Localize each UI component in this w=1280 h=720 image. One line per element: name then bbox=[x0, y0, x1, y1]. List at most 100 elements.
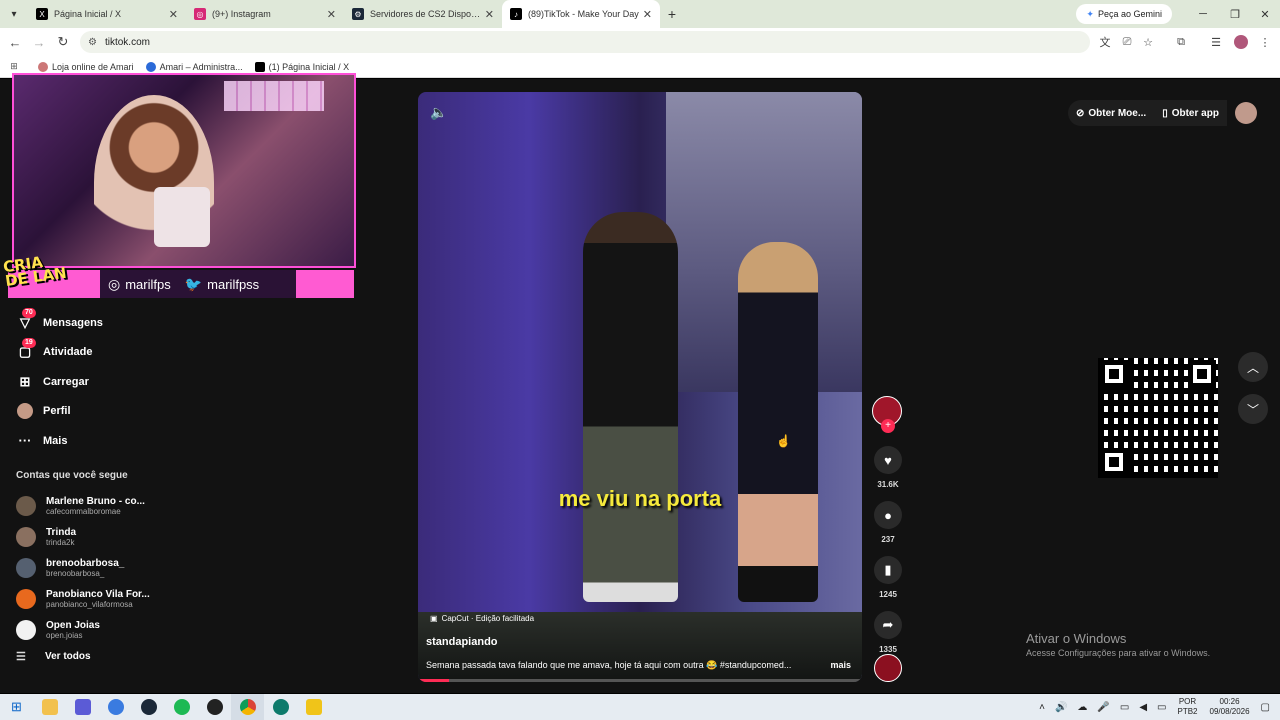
comment-action[interactable]: ● 237 bbox=[872, 501, 904, 544]
like-action[interactable]: ♥ 31.6K bbox=[872, 446, 904, 489]
get-coins-button[interactable]: ⊘ Obter Moe... bbox=[1068, 100, 1155, 126]
sidebar-item-label: Perfil bbox=[43, 405, 71, 418]
tab-tiktok[interactable]: ♪ (89)TikTok - Make Your Day ✕ bbox=[502, 0, 660, 28]
get-app-button[interactable]: ▯ Obter app bbox=[1154, 100, 1227, 126]
sidebar-item-activity[interactable]: ▢ 19 Atividade bbox=[16, 337, 216, 368]
speaker-icon[interactable]: 🔊 bbox=[1055, 702, 1067, 713]
reading-list-icon[interactable]: ☰ bbox=[1205, 28, 1227, 56]
following-account[interactable]: Panobianco Vila For... panobianco_vilafor… bbox=[16, 583, 196, 614]
start-icon[interactable]: ⊞ bbox=[0, 694, 33, 720]
tab-x[interactable]: X Página Inicial / X ✕ bbox=[28, 0, 186, 28]
network-icon[interactable]: ▭ bbox=[1120, 702, 1129, 713]
see-all-link[interactable]: ☰ Ver todos bbox=[16, 650, 91, 663]
steam-icon: ⚙ bbox=[352, 8, 364, 20]
account-handle: panobianco_vilaformosa bbox=[46, 599, 133, 609]
sidebar-item-upload[interactable]: ⊞ Carregar bbox=[16, 367, 216, 397]
next-video-button[interactable]: ﹀ bbox=[1238, 394, 1268, 424]
volume-icon[interactable]: 🔈 bbox=[430, 104, 447, 121]
back-icon[interactable]: ← bbox=[3, 35, 27, 50]
x-logo-icon bbox=[254, 61, 265, 72]
previous-video-button[interactable]: ︿ bbox=[1238, 352, 1268, 382]
extensions-icon[interactable]: ⧉ bbox=[1170, 28, 1192, 56]
more-link[interactable]: mais bbox=[830, 660, 851, 670]
account-avatar bbox=[16, 495, 36, 516]
following-account[interactable]: brenoobarbosa_ brenoobarbosa_ bbox=[16, 552, 196, 583]
share-action[interactable]: ➦ 1335 bbox=[872, 611, 904, 654]
sidebar-item-profile[interactable]: Perfil bbox=[16, 397, 216, 427]
qr-finder bbox=[1100, 360, 1128, 388]
chevron-up-icon[interactable]: ˄ bbox=[1039, 702, 1045, 713]
forward-icon[interactable]: → bbox=[27, 35, 51, 50]
close-icon[interactable]: ✕ bbox=[485, 8, 494, 21]
tab-search-button[interactable]: ▾ bbox=[0, 0, 28, 28]
close-icon[interactable]: ✕ bbox=[169, 8, 178, 21]
bookmark-star-icon[interactable]: ☆ bbox=[1137, 28, 1159, 56]
more-icon: ··· bbox=[18, 433, 32, 449]
profile-avatar[interactable] bbox=[1230, 28, 1252, 56]
browser-menu-icon[interactable]: ⋮ bbox=[1254, 28, 1276, 56]
new-tab-button[interactable]: + bbox=[660, 6, 684, 22]
following-account[interactable]: Trinda trinda2k bbox=[16, 521, 196, 552]
admin-icon bbox=[145, 61, 156, 72]
close-icon[interactable]: ✕ bbox=[327, 8, 336, 21]
instagram-icon: ◎ bbox=[194, 8, 206, 20]
sidebar-item-more[interactable]: ··· Mais bbox=[16, 426, 216, 456]
clock[interactable]: 00:26 09/08/2026 bbox=[1210, 697, 1250, 717]
obs-icon[interactable] bbox=[198, 694, 231, 720]
cast-icon[interactable]: ⎚ bbox=[1116, 28, 1138, 56]
follow-plus-icon[interactable]: + bbox=[881, 419, 895, 433]
gemini-button[interactable]: ✦ Peça ao Gemini bbox=[1076, 4, 1172, 24]
app-icon[interactable] bbox=[264, 694, 297, 720]
browser-toolbar: ← → ↻ ⚙ tiktok.com 文 ⎚ ☆ ⧉ ☰ ⋮ bbox=[0, 28, 1280, 56]
spotify-icon[interactable] bbox=[165, 694, 198, 720]
heart-icon[interactable]: ♥ bbox=[874, 446, 902, 474]
following-account[interactable]: Marlene Bruno - co... cafecommalboromae bbox=[16, 490, 196, 521]
tab-cs2[interactable]: ⚙ Servidores de CS2 Disponíveis ✕ bbox=[344, 0, 502, 28]
battery-icon[interactable]: ▭ bbox=[1157, 702, 1166, 713]
editor-icon[interactable] bbox=[297, 694, 330, 720]
sound-avatar[interactable] bbox=[874, 654, 902, 682]
file-explorer-icon[interactable] bbox=[33, 694, 66, 720]
maximize-button[interactable]: ❐ bbox=[1218, 0, 1252, 28]
translate-icon[interactable]: 文 bbox=[1094, 28, 1116, 56]
following-list: Marlene Bruno - co... cafecommalboromae T… bbox=[16, 490, 196, 645]
steam-icon[interactable] bbox=[132, 694, 165, 720]
twitter-bird-icon: 🐦 bbox=[184, 275, 203, 292]
reload-icon[interactable]: ↻ bbox=[51, 34, 75, 50]
bookmark-icon[interactable]: ▮ bbox=[874, 556, 902, 584]
video-progress-bar[interactable] bbox=[418, 679, 862, 682]
cloud-icon[interactable]: ☁ bbox=[1077, 702, 1087, 713]
save-action[interactable]: ▮ 1245 bbox=[872, 556, 904, 599]
capcut-tag[interactable]: ▣ CapCut · Edição facilitada bbox=[430, 614, 534, 623]
bookmark-item[interactable]: Loja online de Amari bbox=[38, 61, 134, 72]
tab-instagram[interactable]: ◎ (9+) Instagram ✕ bbox=[186, 0, 344, 28]
video-author[interactable]: standapiando bbox=[426, 636, 498, 648]
chrome-icon[interactable] bbox=[231, 694, 264, 720]
close-window-button[interactable]: ✕ bbox=[1248, 0, 1280, 28]
notification-icon[interactable]: ▢ bbox=[1261, 702, 1270, 713]
microphone-icon[interactable]: 🎤 bbox=[1097, 702, 1109, 713]
notification-badge: 19 bbox=[22, 337, 36, 348]
address-bar[interactable]: ⚙ tiktok.com bbox=[80, 31, 1090, 53]
user-avatar[interactable] bbox=[1234, 102, 1257, 124]
language-indicator[interactable]: POR PTB2 bbox=[1177, 697, 1197, 717]
webcam-overlay bbox=[12, 73, 356, 268]
bookmark-item[interactable]: (1) Página Inicial / X bbox=[254, 61, 349, 72]
browser-alt-icon[interactable] bbox=[99, 694, 132, 720]
following-account[interactable]: Open Joias open.joias bbox=[16, 614, 196, 645]
apps-grid-icon[interactable] bbox=[66, 694, 99, 720]
bookmark-item[interactable]: Amari – Administra... bbox=[145, 61, 243, 72]
volume-icon[interactable]: ◀ bbox=[1139, 702, 1147, 713]
share-icon[interactable]: ➦ bbox=[874, 611, 902, 639]
close-icon[interactable]: ✕ bbox=[643, 8, 652, 21]
site-info-icon[interactable]: ⚙ bbox=[88, 37, 97, 48]
chevron-down-icon: ﹀ bbox=[1246, 402, 1259, 417]
sidebar-item-messages[interactable]: ▽ 70 Mensagens bbox=[16, 308, 216, 338]
comment-icon[interactable]: ● bbox=[874, 501, 902, 529]
creator-avatar[interactable]: + bbox=[872, 396, 902, 433]
minimize-button[interactable]: ─ bbox=[1186, 0, 1220, 28]
account-avatar bbox=[16, 557, 36, 578]
apps-icon[interactable]: ⊞ bbox=[0, 61, 28, 72]
video-player[interactable]: 🔈 me viu na porta ▣ CapCut · Edição facil… bbox=[418, 92, 862, 682]
get-app-label: Obter app bbox=[1171, 107, 1219, 119]
